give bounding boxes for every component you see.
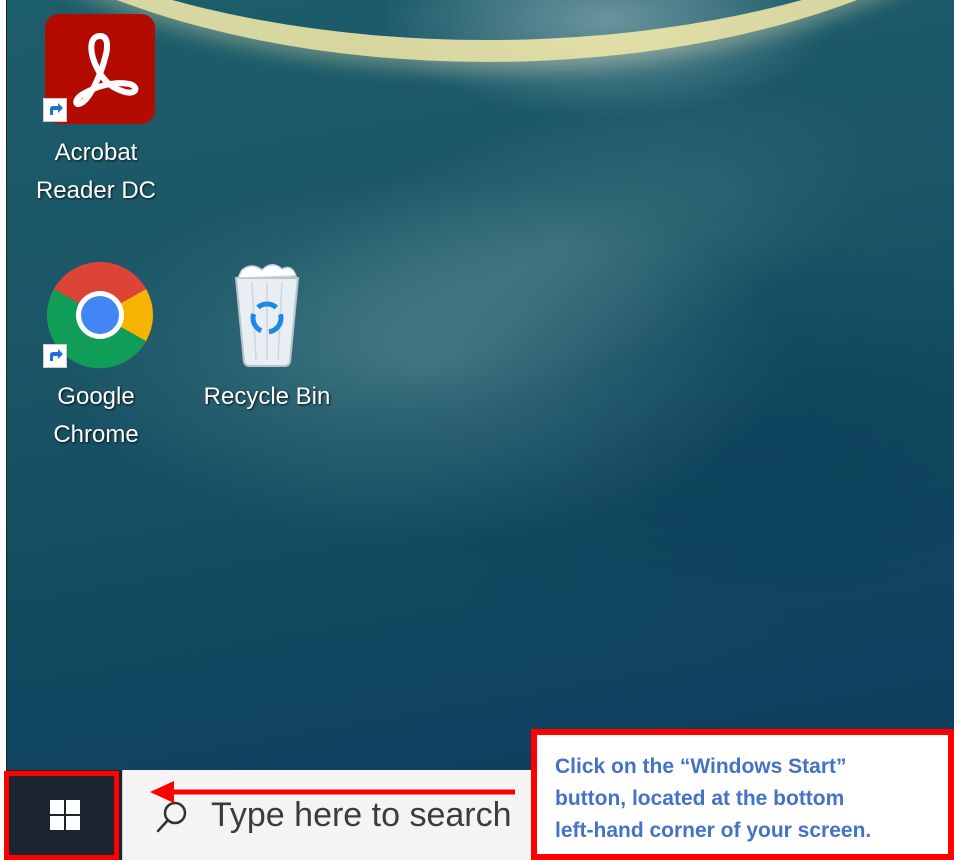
callout-text: Click on the “Windows Start” [555,755,847,778]
desktop-icon-label: Google [57,383,135,410]
recycle-bin-icon [222,260,312,370]
callout-text: button, located at the bottom [555,787,845,810]
desktop-icon-google-chrome[interactable]: Google Chrome [21,260,171,454]
pointer-arrow [150,781,515,803]
shortcut-arrow-icon [43,344,67,368]
desktop-icon-label: Reader DC [35,177,157,204]
desktop-icon-acrobat-reader[interactable]: Acrobat Reader DC [21,14,171,210]
desktop-icon-label: Chrome [53,421,139,448]
shortcut-arrow-icon [43,98,67,122]
instruction-callout: Click on the “Windows Start” button, loc… [531,729,954,860]
search-icon [156,801,187,833]
desktop-icon-recycle-bin[interactable]: Recycle Bin [192,260,342,416]
desktop-icon-label: Acrobat [54,139,138,166]
callout-text: left-hand corner of your screen. [555,819,872,842]
start-button-highlight [4,771,119,860]
desktop-icon-label: Recycle Bin [203,383,331,410]
